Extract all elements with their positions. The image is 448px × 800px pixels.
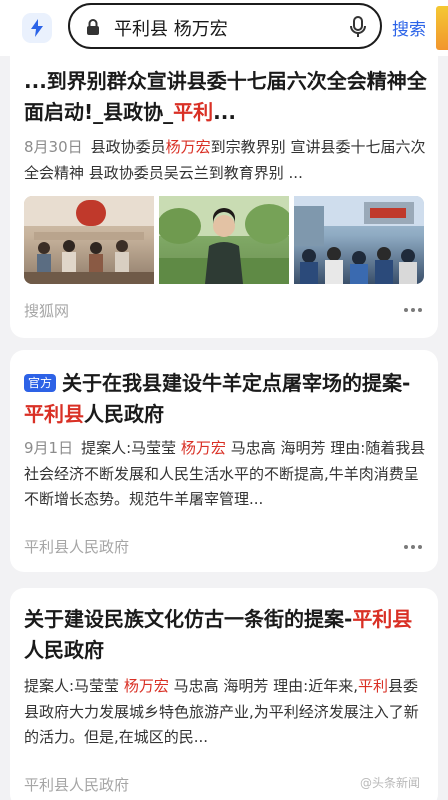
result-date: 8月30日 [24, 138, 83, 156]
lock-icon [86, 18, 100, 40]
result-date: 9月1日 [24, 439, 74, 457]
result-title-highlight[interactable]: 平利县 [352, 607, 412, 631]
snippet-highlight: 杨万宏 [180, 439, 226, 457]
result-title-text[interactable]: ... [213, 100, 236, 124]
result-card[interactable]: 官方 关于在我县建设牛羊定点屠宰场的提案- 平利县人民政府 9月1日 提案人:马莹莹 … [10, 350, 438, 572]
result-title[interactable]: 关于建设民族文化仿古一条街的提案-平利县人民政府 [24, 604, 428, 666]
result-title-highlight[interactable]: 平利 [173, 100, 213, 124]
meeting-room-photo[interactable] [24, 196, 154, 284]
result-card[interactable]: 关于建设民族文化仿古一条街的提案-平利县人民政府 提案人:马莹莹 杨万宏 马忠高… [10, 588, 438, 800]
search-query[interactable]: 平利县 杨万宏 [114, 15, 228, 41]
snippet-highlight: 杨万宏 [165, 138, 211, 156]
microphone-icon[interactable] [350, 16, 366, 42]
snippet-text: 到宗教界别 宣讲县委十七届六次全会精神 县政协委员吴云兰到教育界别 ... [24, 138, 426, 182]
search-button[interactable]: 搜索 [392, 15, 426, 40]
result-source[interactable]: 搜狐网 [24, 300, 69, 321]
snippet-highlight: 平利 [357, 677, 388, 695]
result-title-text[interactable]: 关于建设民族文化仿古一条街的提案- [24, 607, 352, 631]
lightning-icon[interactable] [22, 13, 52, 43]
result-snippet: 8月30日 县政协委员杨万宏到宗教界别 宣讲县委十七届六次全会精神 县政协委员吴云… [24, 135, 428, 186]
snippet-text: 提案人:马莹莹 [24, 677, 124, 695]
snippet-text: 提案人:马莹莹 [81, 439, 181, 457]
result-title-text[interactable]: 人民政府 [84, 402, 164, 426]
snippet-text: 马忠高 海明芳 理由:近年来, [168, 677, 358, 695]
watermark: @头条新闻 [360, 776, 421, 790]
result-source[interactable]: 平利县人民政府 [24, 774, 129, 795]
result-title-highlight[interactable]: 平利县 [24, 402, 84, 426]
result-title[interactable]: ...到界别群众宣讲县委十七届六次全会精神全面启动!_县政协_平利... [24, 66, 428, 128]
more-options-icon[interactable] [404, 544, 422, 550]
top-bar: 平利县 杨万宏 搜索 [0, 0, 448, 56]
snippet-text: 县政协委员 [90, 138, 166, 156]
snippet-highlight: 杨万宏 [123, 677, 169, 695]
outdoor-gathering-photo[interactable] [294, 196, 424, 284]
result-title-text[interactable]: 关于在我县建设牛羊定点屠宰场的提案- [62, 371, 410, 395]
result-card[interactable]: ...到界别群众宣讲县委十七届六次全会精神全面启动!_县政协_平利... 8月3… [10, 56, 438, 338]
result-snippet: 提案人:马莹莹 杨万宏 马忠高 海明芳 理由:近年来,平利县委县政府大力发展城乡… [24, 674, 428, 751]
result-title-text[interactable]: 人民政府 [24, 638, 104, 662]
official-badge: 官方 [24, 374, 57, 392]
search-input[interactable]: 平利县 杨万宏 [68, 3, 382, 49]
edge-decoration [436, 6, 448, 50]
more-options-icon[interactable] [404, 307, 422, 313]
result-source[interactable]: 平利县人民政府 [24, 536, 129, 557]
result-title[interactable]: 官方 关于在我县建设牛羊定点屠宰场的提案- 平利县人民政府 [24, 368, 428, 430]
woman-speaking-photo[interactable] [159, 196, 289, 284]
result-snippet: 9月1日 提案人:马莹莹 杨万宏 马忠高 海明芳 理由:随着我县社会经济不断发展和… [24, 436, 428, 513]
